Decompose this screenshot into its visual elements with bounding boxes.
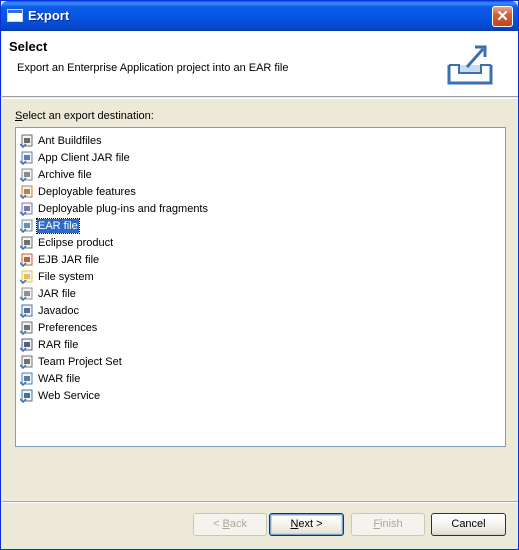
plugin-icon bbox=[19, 202, 34, 216]
tree-item[interactable]: JAR file bbox=[19, 285, 77, 302]
product-icon bbox=[19, 236, 34, 250]
archive-icon bbox=[19, 168, 34, 182]
tree-item[interactable]: File system bbox=[19, 268, 95, 285]
app-client-jar-icon bbox=[19, 151, 34, 165]
back-button[interactable]: < Back bbox=[193, 513, 267, 536]
ejb-jar-icon bbox=[19, 253, 34, 267]
tree-item[interactable]: Archive file bbox=[19, 166, 93, 183]
tree-item[interactable]: WAR file bbox=[19, 370, 81, 387]
tree-item-label: JAR file bbox=[38, 287, 76, 300]
tree-item-label: EAR file bbox=[36, 217, 80, 234]
feature-icon bbox=[19, 185, 34, 199]
export-wizard-icon bbox=[447, 45, 493, 85]
finish-button[interactable]: Finish bbox=[351, 513, 425, 536]
destination-label: Select an export destination: bbox=[15, 110, 154, 122]
header-separator bbox=[2, 98, 518, 99]
tree-item-label: EJB JAR file bbox=[38, 253, 100, 266]
tree-item[interactable]: EJB JAR file bbox=[19, 251, 100, 268]
tree-item[interactable]: Web Service bbox=[19, 387, 101, 404]
export-dialog: Export ✕ Select Export an Enterprise App… bbox=[0, 0, 519, 550]
window-title: Export bbox=[28, 8, 70, 23]
next-button[interactable]: Next > bbox=[269, 513, 344, 536]
tree-item-label: Web Service bbox=[38, 389, 101, 402]
jar-icon bbox=[19, 287, 34, 301]
wizard-header: Select Export an Enterprise Application … bbox=[2, 31, 518, 97]
tree-item[interactable]: Javadoc bbox=[19, 302, 80, 319]
tree-item[interactable]: Team Project Set bbox=[19, 353, 123, 370]
title-bar[interactable]: Export ✕ bbox=[1, 1, 518, 31]
tree-item[interactable]: Eclipse product bbox=[19, 234, 114, 251]
tree-item[interactable]: EAR file bbox=[19, 217, 80, 234]
tree-item-label: Ant Buildfiles bbox=[38, 134, 102, 147]
tree-item[interactable]: RAR file bbox=[19, 336, 79, 353]
ear-icon bbox=[19, 219, 34, 233]
tree-item-label: RAR file bbox=[38, 338, 79, 351]
tree-item[interactable]: Deployable plug-ins and fragments bbox=[19, 200, 209, 217]
window-icon bbox=[7, 9, 23, 22]
war-icon bbox=[19, 372, 34, 386]
tree-item-label: Javadoc bbox=[38, 304, 79, 317]
tree-item-label: Team Project Set bbox=[38, 355, 122, 368]
tree-item-label: Archive file bbox=[38, 168, 92, 181]
tree-item[interactable]: Ant Buildfiles bbox=[19, 132, 103, 149]
ant-icon bbox=[19, 134, 34, 148]
web-service-icon bbox=[19, 389, 34, 403]
folder-icon bbox=[19, 270, 34, 284]
page-title: Select bbox=[9, 39, 48, 54]
close-icon: ✕ bbox=[496, 8, 509, 25]
cancel-button[interactable]: Cancel bbox=[431, 513, 506, 536]
tree-item-label: File system bbox=[38, 270, 94, 283]
tree-item[interactable]: Preferences bbox=[19, 319, 98, 336]
tree-item-label: Deployable features bbox=[38, 185, 136, 198]
rar-icon bbox=[19, 338, 34, 352]
tree-item-label: Deployable plug-ins and fragments bbox=[38, 202, 208, 215]
tree-item-label: WAR file bbox=[38, 372, 81, 385]
javadoc-icon bbox=[19, 304, 34, 318]
page-description: Export an Enterprise Application project… bbox=[17, 62, 289, 74]
close-button[interactable]: ✕ bbox=[492, 6, 513, 27]
preferences-icon bbox=[19, 321, 34, 335]
team-icon bbox=[19, 355, 34, 369]
tree-item[interactable]: App Client JAR file bbox=[19, 149, 131, 166]
tree-item-label: App Client JAR file bbox=[38, 151, 130, 164]
tree-item-label: Eclipse product bbox=[38, 236, 114, 249]
destination-tree[interactable]: Ant Buildfiles App Client JAR file Archive… bbox=[15, 127, 506, 447]
tree-item[interactable]: Deployable features bbox=[19, 183, 137, 200]
button-bar-separator bbox=[2, 501, 518, 503]
tree-item-label: Preferences bbox=[38, 321, 98, 334]
